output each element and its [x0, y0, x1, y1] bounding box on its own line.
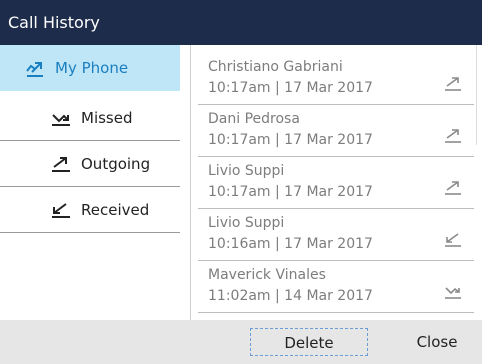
- list-scrollbar[interactable]: [476, 45, 482, 145]
- title-bar: Call History: [0, 0, 482, 45]
- call-time: 10:17am | 17 Mar 2017: [208, 132, 373, 148]
- call-list-row[interactable]: Livio Suppi 10:17am | 17 Mar 2017: [198, 157, 474, 209]
- caller-name: Livio Suppi: [208, 163, 285, 179]
- softkey-bar: Delete Close: [0, 320, 482, 364]
- call-time: 10:17am | 17 Mar 2017: [208, 80, 373, 96]
- missed-call-icon: [444, 283, 462, 299]
- received-call-icon: [50, 201, 72, 219]
- caller-name: Dani Pedrosa: [208, 111, 300, 127]
- received-call-icon: [444, 231, 462, 247]
- sidebar-item-label: Outgoing: [81, 154, 151, 173]
- outgoing-call-icon: [50, 155, 72, 173]
- call-time: 10:17am | 17 Mar 2017: [208, 184, 373, 200]
- call-time: 10:16am | 17 Mar 2017: [208, 236, 373, 252]
- sidebar-item-label: Missed: [81, 108, 133, 127]
- sidebar-item-label: Received: [81, 200, 150, 219]
- all-calls-icon: [24, 59, 46, 77]
- sidebar-item-missed[interactable]: Missed: [0, 95, 180, 141]
- delete-button[interactable]: Delete: [250, 328, 368, 356]
- missed-call-icon: [50, 109, 72, 127]
- call-list-row[interactable]: Livio Suppi 10:16am | 17 Mar 2017: [198, 209, 474, 261]
- outgoing-call-icon: [444, 179, 462, 195]
- call-filter-sidebar: My Phone Missed Outgoing Received: [0, 45, 190, 320]
- call-time: 11:02am | 14 Mar 2017: [208, 288, 373, 304]
- caller-name: Livio Suppi: [208, 215, 285, 231]
- sidebar-item-received[interactable]: Received: [0, 187, 180, 233]
- outgoing-call-icon: [444, 127, 462, 143]
- outgoing-call-icon: [444, 75, 462, 91]
- sidebar-item-outgoing[interactable]: Outgoing: [0, 141, 180, 187]
- call-list: Christiano Gabriani 10:17am | 17 Mar 201…: [198, 45, 482, 320]
- close-button[interactable]: Close: [392, 328, 482, 356]
- caller-name: Christiano Gabriani: [208, 59, 343, 75]
- sidebar-item-label: My Phone: [55, 59, 129, 77]
- call-list-row[interactable]: Maverick Vinales 11:02am | 14 Mar 2017: [198, 261, 474, 313]
- sidebar-item-my-phone[interactable]: My Phone: [0, 45, 180, 91]
- call-list-row[interactable]: Dani Pedrosa 10:17am | 17 Mar 2017: [198, 105, 474, 157]
- call-list-row[interactable]: Christiano Gabriani 10:17am | 17 Mar 201…: [198, 53, 474, 105]
- caller-name: Maverick Vinales: [208, 267, 326, 283]
- sidebar-divider: [190, 45, 191, 320]
- window-title: Call History: [8, 13, 100, 32]
